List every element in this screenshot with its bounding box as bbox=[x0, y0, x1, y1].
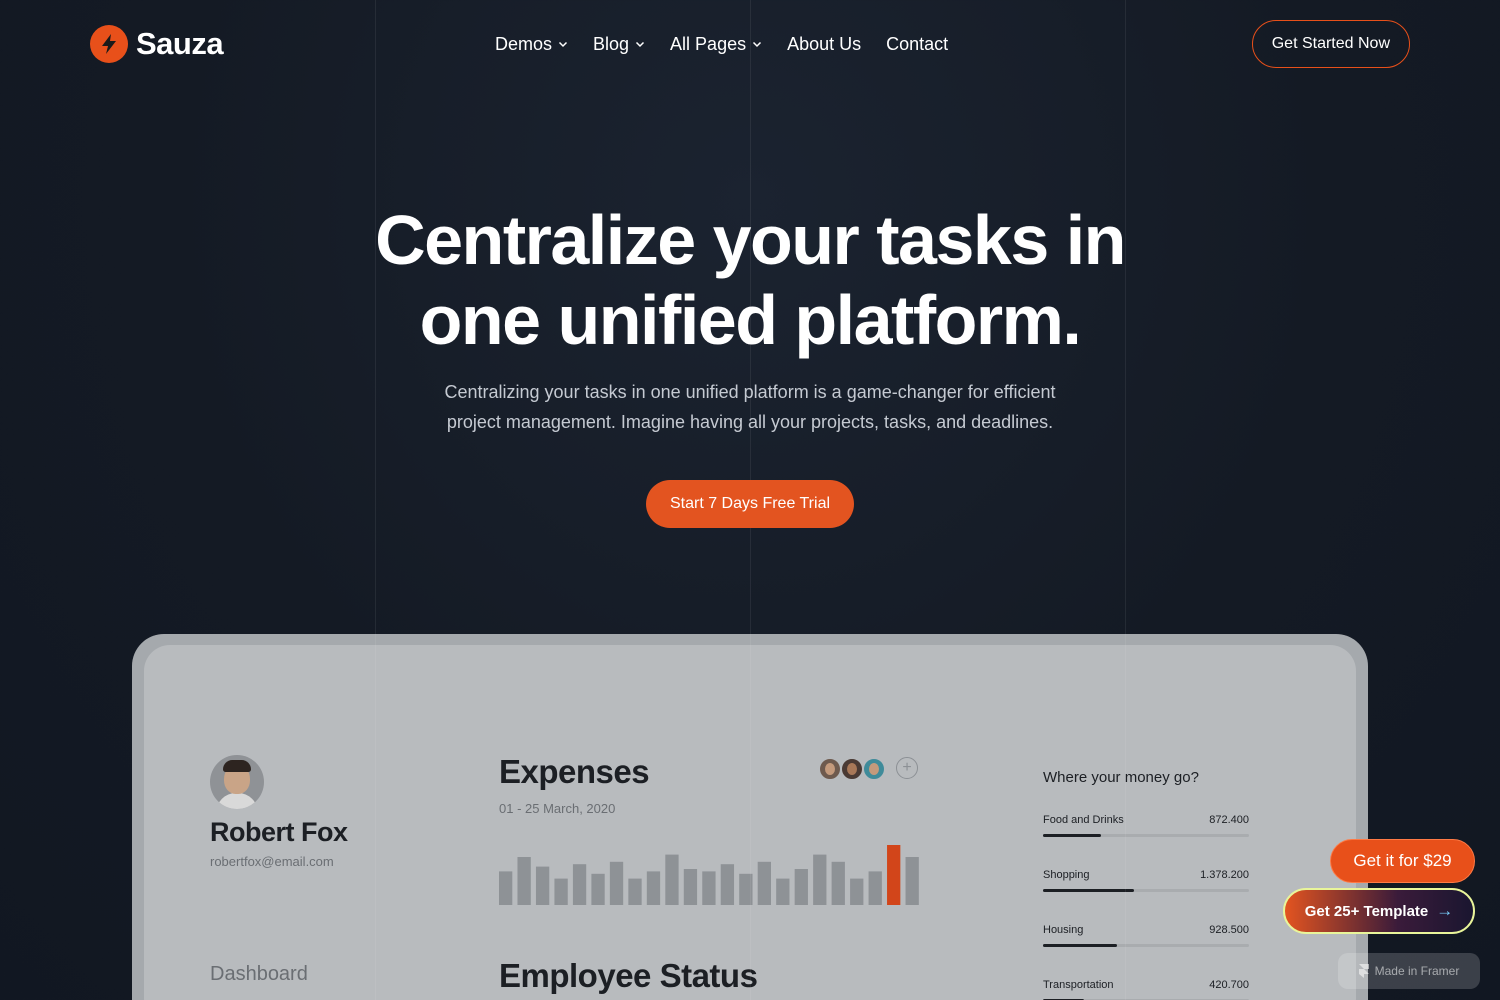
chart-bar bbox=[572, 864, 587, 905]
hero-title: Centralize your tasks in one unified pla… bbox=[0, 200, 1500, 360]
hero-subtitle: Centralizing your tasks in one unified p… bbox=[400, 377, 1100, 437]
team-avatars: + bbox=[818, 757, 918, 781]
hero-title-line: Centralize your tasks in bbox=[375, 201, 1126, 279]
chart-bar bbox=[646, 871, 661, 905]
made-in-framer-badge[interactable]: Made in Framer bbox=[1338, 953, 1480, 989]
chart-bar bbox=[517, 857, 531, 905]
money-title: Where your money go? bbox=[1043, 769, 1199, 786]
nav-item-about-us[interactable]: About Us bbox=[787, 34, 861, 55]
nav-item-label: Contact bbox=[886, 33, 949, 54]
grid-line bbox=[1125, 0, 1126, 1000]
hero-subtitle-line: Centralizing your tasks in one unified p… bbox=[444, 382, 1056, 402]
chart-bar bbox=[554, 878, 568, 905]
main-menu: Demos Blog All Pages About Us Contact bbox=[495, 34, 948, 55]
money-progress-track bbox=[1043, 889, 1249, 892]
chart-bar bbox=[831, 861, 845, 905]
avatar bbox=[210, 755, 264, 809]
money-progress-fill bbox=[1043, 889, 1134, 892]
user-email: robertfox@email.com bbox=[210, 854, 334, 869]
brand-name: Sauza bbox=[136, 26, 224, 61]
employee-status-title: Employee Status bbox=[499, 957, 758, 994]
get-templates-label: Get 25+ Template bbox=[1304, 902, 1429, 920]
nav-item-blog[interactable]: Blog bbox=[593, 34, 645, 55]
money-progress-fill bbox=[1043, 944, 1118, 947]
chart-bar bbox=[794, 869, 808, 905]
chart-bar bbox=[850, 878, 864, 905]
team-avatar bbox=[862, 757, 886, 781]
chart-bar bbox=[683, 869, 698, 905]
sidebar-item-dashboard[interactable]: Dashboard bbox=[210, 963, 308, 986]
money-row-label: Shopping bbox=[1043, 869, 1090, 881]
money-row-value: 1.378.200 bbox=[1200, 869, 1249, 881]
add-member-icon[interactable]: + bbox=[896, 757, 918, 779]
hero-subtitle-line: project management. Imagine having all y… bbox=[446, 412, 1054, 432]
user-name: Robert Fox bbox=[210, 817, 348, 847]
money-row-label: Food and Drinks bbox=[1043, 814, 1124, 826]
expenses-title: Expenses bbox=[499, 753, 650, 790]
free-trial-button[interactable]: Start 7 Days Free Trial bbox=[646, 480, 854, 528]
expenses-bar-chart bbox=[499, 845, 919, 905]
grid-line bbox=[375, 0, 376, 1000]
chart-bar bbox=[591, 873, 605, 905]
nav-item-label: About Us bbox=[787, 33, 862, 54]
top-nav: Sauza Demos Blog All Pages About Us Cont… bbox=[90, 20, 1410, 68]
hero-title-line: one unified platform. bbox=[419, 281, 1082, 359]
expenses-date-range: 01 - 25 March, 2020 bbox=[499, 801, 616, 816]
chart-bar bbox=[665, 854, 679, 905]
chart-bar bbox=[868, 871, 882, 905]
lightning-icon bbox=[90, 25, 128, 63]
get-templates-button[interactable]: Get 25+ Template → bbox=[1283, 888, 1475, 934]
nav-item-label: Blog bbox=[593, 33, 630, 54]
money-row-value: 420.700 bbox=[1209, 979, 1249, 991]
get-started-button[interactable]: Get Started Now bbox=[1251, 20, 1410, 68]
nav-item-label: Demos bbox=[495, 33, 553, 54]
team-avatar bbox=[840, 757, 864, 781]
team-avatar bbox=[818, 757, 842, 781]
chart-bar bbox=[757, 861, 771, 905]
money-progress-track bbox=[1043, 834, 1249, 837]
chevron-down-icon bbox=[753, 41, 762, 48]
money-progress-track bbox=[1043, 944, 1249, 947]
money-row-value: 928.500 bbox=[1209, 924, 1249, 936]
nav-item-label: All Pages bbox=[670, 33, 747, 54]
brand-logo[interactable]: Sauza bbox=[90, 25, 224, 63]
arrow-right-icon: → bbox=[1436, 901, 1454, 920]
money-row-value: 872.400 bbox=[1209, 814, 1249, 826]
chart-bar bbox=[702, 871, 716, 905]
chart-bar bbox=[887, 845, 901, 905]
chevron-down-icon bbox=[636, 41, 645, 48]
chart-bar bbox=[609, 861, 624, 905]
chart-bar bbox=[720, 864, 735, 905]
chart-bar bbox=[628, 878, 642, 905]
framer-icon bbox=[1358, 964, 1369, 978]
chart-bar bbox=[535, 866, 550, 905]
money-row-label: Transportation bbox=[1043, 979, 1114, 991]
chart-bar bbox=[813, 854, 827, 905]
chart-bar bbox=[776, 878, 790, 905]
nav-item-contact[interactable]: Contact bbox=[886, 34, 948, 55]
money-row-label: Housing bbox=[1043, 924, 1084, 936]
nav-item-all-pages[interactable]: All Pages bbox=[670, 34, 762, 55]
chart-bar bbox=[499, 871, 513, 905]
chart-bar bbox=[905, 857, 919, 905]
chevron-down-icon bbox=[558, 41, 568, 48]
buy-template-button[interactable]: Get it for $29 bbox=[1330, 839, 1475, 883]
money-progress-fill bbox=[1043, 834, 1101, 837]
framer-badge-label: Made in Framer bbox=[1374, 964, 1460, 978]
nav-item-demos[interactable]: Demos bbox=[495, 34, 568, 55]
